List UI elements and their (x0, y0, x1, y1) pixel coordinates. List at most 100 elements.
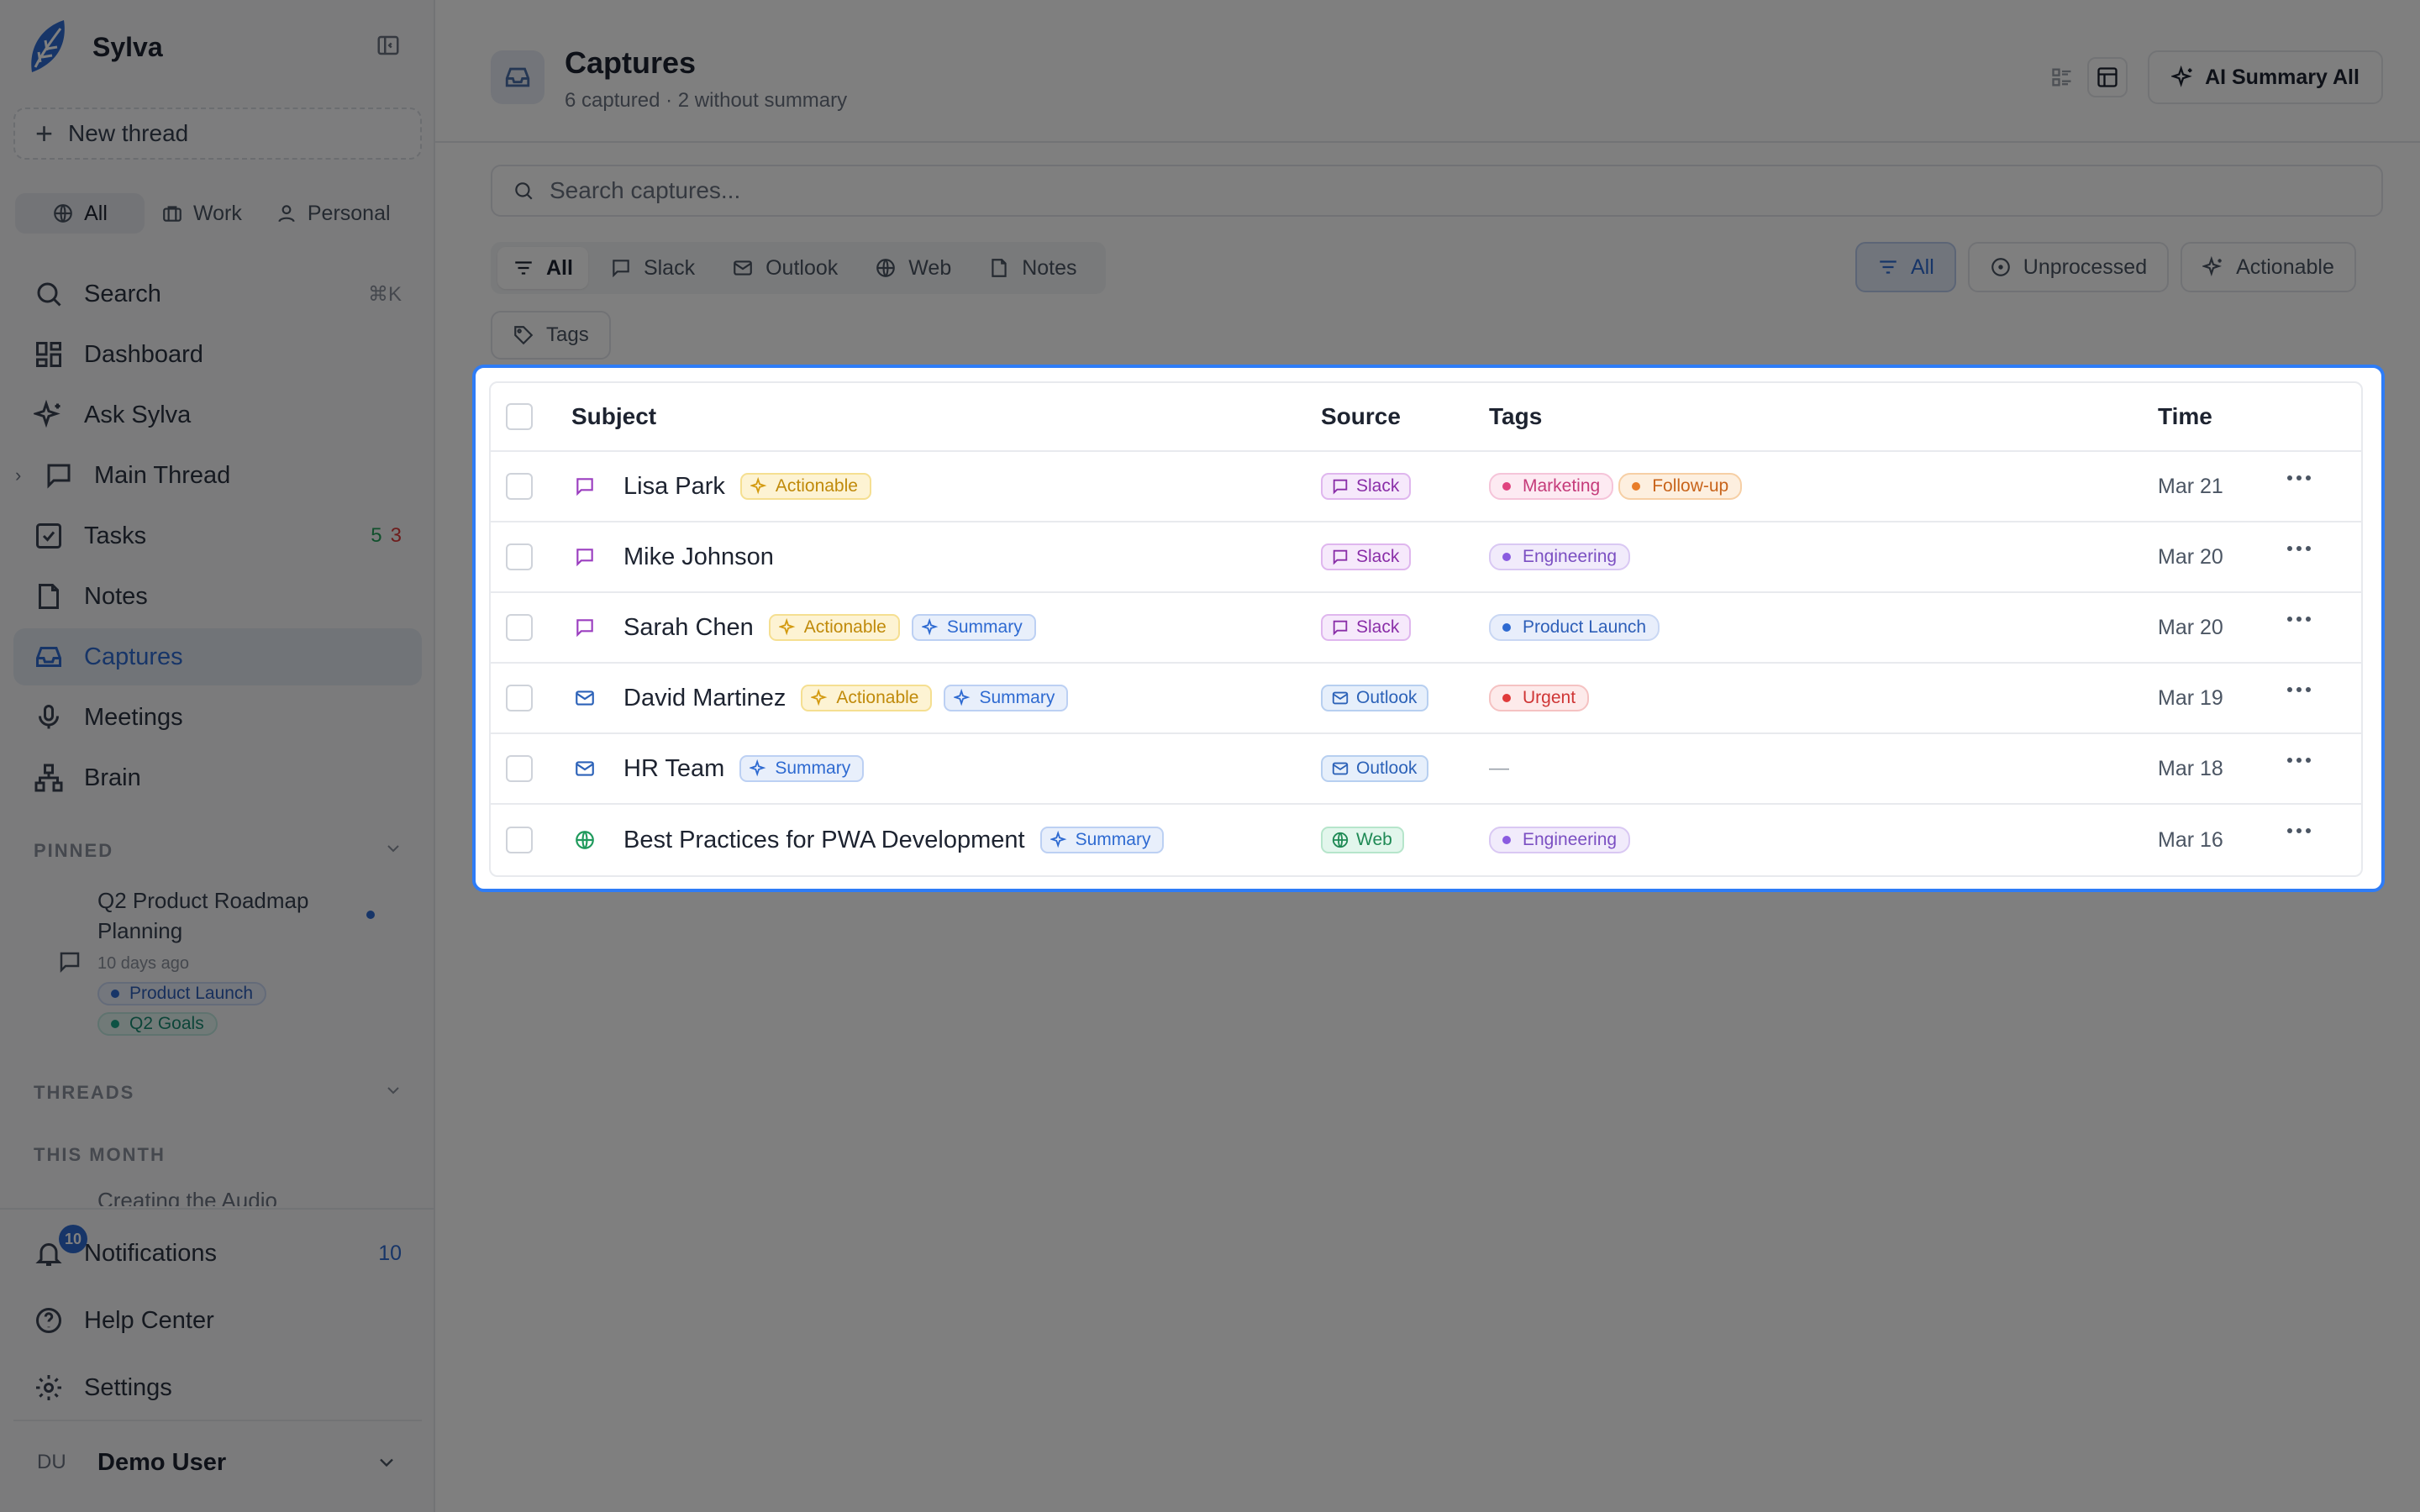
tag-chip[interactable]: Engineering (1489, 543, 1631, 570)
more-actions-icon[interactable] (2287, 758, 2311, 763)
sidebar-item-search[interactable]: Search ⌘K (13, 265, 422, 323)
source-tab-outlook[interactable]: Outlook (717, 247, 853, 289)
column-header-time[interactable]: Time (2158, 403, 2212, 430)
select-all-checkbox[interactable] (506, 403, 533, 430)
status-filter-unprocessed[interactable]: Unprocessed (1967, 242, 2170, 292)
sidebar-item-meetings[interactable]: Meetings (13, 689, 422, 746)
row-tags: — (1489, 757, 1509, 780)
circle-dot-icon (1991, 258, 2010, 276)
tag-chip[interactable]: Urgent (1489, 685, 1590, 711)
page-title: Captures (565, 45, 697, 80)
source-tab-slack[interactable]: Slack (595, 247, 710, 289)
sidebar-item-tasks[interactable]: Tasks 53 (13, 507, 422, 564)
more-actions-icon[interactable] (2287, 687, 2311, 692)
table-row[interactable]: Lisa Park Actionable Slack Marketing Fol… (491, 452, 2361, 522)
summary-badge[interactable]: Summary (739, 755, 865, 782)
sidebar-item-notes[interactable]: Notes (13, 568, 422, 625)
sparkles-icon (954, 689, 971, 706)
source-badge: Slack (1321, 614, 1412, 641)
tag-dot (111, 990, 119, 998)
status-filter-all[interactable]: All (1855, 242, 1956, 292)
table-row[interactable]: David Martinez Actionable Summary Outloo… (491, 664, 2361, 734)
user-menu[interactable]: DU Demo User (13, 1420, 422, 1504)
column-header-tags[interactable]: Tags (1489, 403, 1542, 430)
search-input[interactable] (550, 177, 2230, 204)
row-checkbox[interactable] (506, 473, 533, 500)
more-actions-icon[interactable] (2287, 828, 2311, 833)
row-tags: Marketing Follow-up (1489, 473, 1743, 500)
message-square-icon (1333, 549, 1348, 565)
brand[interactable]: Sylva (24, 13, 163, 81)
table-row[interactable]: Best Practices for PWA Development Summa… (491, 805, 2361, 875)
source-tab-notes[interactable]: Notes (973, 247, 1092, 289)
more-actions-icon[interactable] (2287, 475, 2311, 480)
row-checkbox[interactable] (506, 685, 533, 711)
thread-item[interactable]: Creating the Audio (97, 1188, 277, 1206)
status-filter-actionable[interactable]: Actionable (2181, 242, 2356, 292)
chevron-down-icon (387, 1087, 399, 1095)
source-label: Outlook (1356, 759, 1418, 778)
tag-chip[interactable]: Follow-up (1618, 473, 1743, 500)
column-header-subject[interactable]: Subject (571, 403, 656, 430)
new-thread-label: New thread (68, 120, 189, 146)
sidebar-item-settings[interactable]: Settings (13, 1359, 422, 1416)
column-header-source[interactable]: Source (1321, 403, 1401, 430)
list-view-button[interactable] (2042, 57, 2082, 97)
tag-label: Engineering (1523, 830, 1618, 849)
row-checkbox[interactable] (506, 755, 533, 782)
summary-label: Summary (1075, 830, 1151, 849)
chevron-down-icon (387, 845, 399, 853)
sidebar-item-dashboard[interactable]: Dashboard (13, 326, 422, 383)
more-actions-icon[interactable] (2287, 546, 2311, 551)
sidebar-item-ask-sylva[interactable]: Ask Sylva (13, 386, 422, 444)
scope-tabs: All Work Personal (15, 192, 422, 235)
tag-dot (1502, 553, 1511, 561)
inbox-icon (505, 67, 530, 87)
file-icon (992, 259, 1007, 277)
collapse-sidebar-button[interactable] (373, 30, 403, 60)
tags-filter-button[interactable]: Tags (491, 311, 611, 360)
user-name: Demo User (97, 1448, 227, 1476)
mail-icon (734, 260, 752, 276)
captures-table-container: Subject Source Tags Time Lisa Park Actio… (472, 365, 2385, 892)
row-checkbox[interactable] (506, 543, 533, 570)
chevron-right-icon[interactable]: › (15, 465, 21, 486)
row-tags: Engineering (1489, 543, 1631, 570)
actionable-label: Actionable (836, 688, 919, 707)
page-subtitle: 6 captured · 2 without summary (565, 89, 848, 112)
ai-summary-all-button[interactable]: AI Summary All (2148, 50, 2383, 104)
table-row[interactable]: Mike Johnson Slack Engineering Mar 20 (491, 522, 2361, 593)
more-actions-icon[interactable] (2287, 617, 2311, 622)
table-row[interactable]: HR Team Summary Outlook — Mar 18 (491, 734, 2361, 805)
source-tab-all[interactable]: All (497, 247, 588, 289)
scope-tab-work[interactable]: Work (145, 193, 259, 234)
scope-tab-all[interactable]: All (15, 193, 145, 234)
row-checkbox[interactable] (506, 827, 533, 853)
new-thread-button[interactable]: + New thread (13, 108, 422, 160)
threads-section-header[interactable]: THREADS (34, 1082, 403, 1104)
sidebar-item-brain[interactable]: Brain (13, 749, 422, 806)
sidebar-item-notifications[interactable]: 10 Notifications 10 (13, 1225, 422, 1282)
pinned-section-header[interactable]: PINNED (34, 840, 403, 862)
table-view-icon (2097, 67, 2118, 87)
row-tags: Engineering (1489, 827, 1631, 853)
table-view-button[interactable] (2087, 57, 2128, 97)
summary-badge[interactable]: Summary (1039, 827, 1165, 853)
source-tab-label: Web (908, 255, 952, 280)
sparkles-icon (1050, 831, 1067, 848)
status-filter-label: Actionable (2236, 255, 2334, 279)
table-row[interactable]: Sarah Chen Actionable Summary Slack Prod… (491, 593, 2361, 664)
summary-badge[interactable]: Summary (944, 685, 1069, 711)
sidebar-item-help-center[interactable]: Help Center (13, 1292, 422, 1349)
actionable-label: Actionable (803, 617, 886, 637)
source-tab-web[interactable]: Web (860, 247, 966, 289)
pinned-thread[interactable]: Q2 Product Roadmap Planning 10 days ago … (57, 885, 410, 1036)
tag-chip[interactable]: Product Launch (1489, 614, 1660, 641)
tag-chip[interactable]: Marketing (1489, 473, 1614, 500)
tag-chip[interactable]: Engineering (1489, 827, 1631, 853)
summary-badge[interactable]: Summary (911, 614, 1036, 641)
scope-tab-personal[interactable]: Personal (259, 193, 408, 234)
row-checkbox[interactable] (506, 614, 533, 641)
sidebar-item-captures[interactable]: Captures (13, 628, 422, 685)
sidebar-item-main-thread[interactable]: › Main Thread (13, 447, 422, 504)
